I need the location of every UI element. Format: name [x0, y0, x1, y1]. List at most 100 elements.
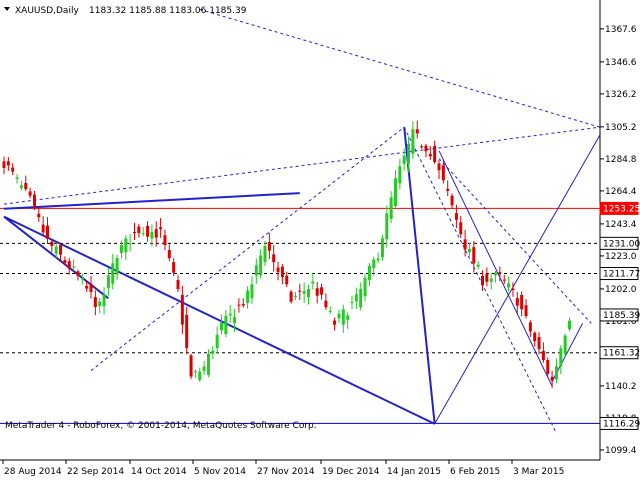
candle-body [59, 245, 63, 255]
candle-body [494, 272, 498, 276]
candle-body [324, 300, 328, 308]
price-tick-label: 1367.6 [605, 25, 637, 35]
time-tick-label: 22 Sep 2014 [67, 467, 124, 477]
price-tick-label: 1243.4 [605, 220, 637, 230]
candle-body [454, 213, 458, 220]
price-level-label: 1161.32 [603, 349, 640, 359]
candle-body [180, 294, 184, 325]
candle-body [428, 153, 432, 157]
time-tick-label: 28 Aug 2014 [4, 467, 62, 477]
candle-body [437, 163, 441, 171]
candle-body [420, 146, 424, 148]
candle-body [267, 242, 271, 251]
price-tick-label: 1284.8 [605, 155, 637, 165]
candle-body [259, 255, 263, 276]
candle-body [167, 250, 171, 259]
price-chart[interactable]: 1367.6 1346.6 1326.2 1305.2 1284.8 1264.4 1243… [0, 0, 640, 480]
candle-body [481, 275, 484, 286]
candle-body [46, 225, 49, 239]
candle-body [411, 129, 415, 154]
candle-body [280, 266, 284, 278]
candle-body [407, 144, 411, 164]
candle-body [394, 178, 397, 206]
candle-body [206, 354, 210, 375]
candle-body [507, 283, 511, 288]
candle-body [424, 145, 428, 152]
price-tick-label: 1264.4 [605, 187, 637, 197]
candle-body [254, 265, 258, 276]
copyright-text: MetaTrader 4 - RoboForex, © 2001-2014, M… [5, 421, 317, 431]
price-tick-label: 1140.2 [605, 382, 637, 392]
candle-body [302, 291, 306, 294]
price-tick-label: 1305.2 [605, 123, 637, 133]
candle-body [237, 304, 241, 306]
candle-body [263, 245, 267, 263]
candle-body [93, 297, 97, 307]
candle-body [189, 355, 193, 377]
candle-body [85, 285, 89, 289]
candle-body [76, 271, 80, 276]
candle-body [563, 335, 567, 354]
candle-body [19, 185, 23, 189]
candle-body [285, 275, 289, 285]
candle-body [307, 289, 310, 298]
candle-body [333, 320, 337, 325]
candle-body [385, 213, 389, 240]
time-tick-label: 6 Feb 2015 [450, 467, 500, 477]
candle-body [515, 298, 519, 306]
candle-body [546, 360, 550, 374]
time-tick-label: 27 Nov 2014 [257, 467, 315, 477]
candle-body [472, 247, 476, 264]
candle-body [211, 350, 215, 354]
time-tick-label: 5 Nov 2014 [194, 467, 246, 477]
candle-body [163, 235, 167, 246]
candle-body [380, 238, 384, 258]
candle-body [224, 315, 228, 335]
candle-body [54, 246, 58, 254]
plot-area [0, 0, 600, 460]
price-tick-label: 1223.0 [605, 252, 637, 262]
candle-body [2, 161, 6, 168]
candle-body [354, 294, 358, 302]
candle-body [524, 305, 528, 316]
candle-body [541, 350, 545, 361]
candle-body [554, 366, 558, 380]
candle-body [511, 288, 515, 291]
candle-body [467, 248, 471, 253]
candle-body [172, 262, 176, 273]
time-tick-label: 14 Oct 2014 [131, 467, 187, 477]
candle-body [67, 261, 71, 269]
candle-body [124, 238, 128, 253]
price-level-label: 1185.39 [603, 311, 640, 321]
candle-body [6, 161, 10, 166]
candle-body [141, 233, 145, 235]
candle-body [328, 310, 332, 312]
candle-body [106, 275, 110, 288]
candle-body [276, 267, 280, 272]
price-tick-label: 1202.0 [605, 285, 637, 295]
price-axis: 1367.6 1346.6 1326.2 1305.2 1284.8 1264.4 1243… [599, 0, 640, 460]
price-tick-label: 1346.6 [605, 58, 637, 68]
candle-body [559, 348, 563, 367]
candle-body [41, 224, 45, 233]
candle-body [359, 288, 363, 308]
candle-body [528, 322, 532, 332]
candle-body [198, 371, 202, 380]
candle-body [154, 229, 158, 238]
candle-body [398, 166, 402, 184]
price-level-label: 1253.25 [603, 204, 640, 214]
candle-body [228, 313, 232, 316]
candle-body [246, 290, 250, 303]
candle-body [233, 316, 237, 323]
ohlc-values: 1183.32 1185.88 1183.06 1185.39 [89, 6, 247, 16]
candle-body [137, 226, 141, 234]
candle-body [220, 322, 223, 331]
candle-body [320, 287, 324, 295]
candle-body [363, 277, 367, 297]
candle-body [159, 227, 163, 230]
time-tick-label: 14 Jan 2015 [387, 467, 441, 477]
candle-body [337, 313, 341, 319]
candle-body [150, 232, 154, 239]
candle-body [119, 245, 123, 253]
candle-body [446, 188, 450, 191]
